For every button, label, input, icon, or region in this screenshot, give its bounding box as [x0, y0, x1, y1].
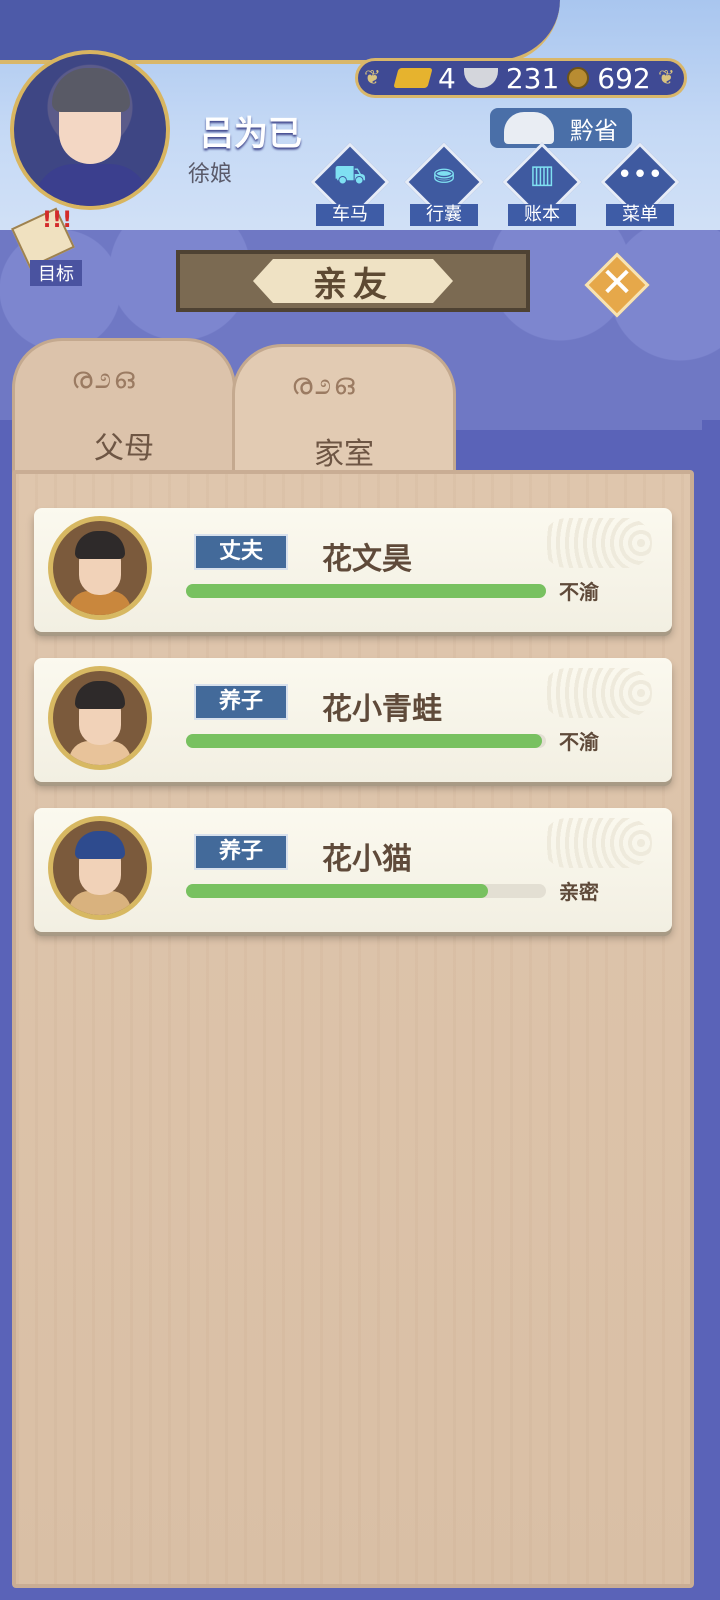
right-border	[702, 420, 720, 1600]
affinity-bar	[186, 734, 546, 748]
gold-amount: 4	[438, 61, 456, 95]
relation-card[interactable]: 丈夫 花文昊 不渝	[34, 508, 672, 632]
carriage-icon: ⛟	[333, 160, 367, 190]
bag-label: 行囊	[410, 204, 478, 226]
avatar-portrait	[14, 54, 166, 206]
character-portrait	[53, 671, 147, 765]
coin-amount: 692	[597, 61, 651, 95]
cloud-pattern	[542, 818, 652, 868]
portrait-frame	[48, 516, 152, 620]
player-title: 徐娘	[188, 162, 233, 187]
player-avatar[interactable]	[10, 50, 170, 210]
avatar-robe	[34, 164, 150, 206]
carriage-label: 车马	[316, 204, 384, 226]
portrait-hair	[75, 531, 125, 559]
silver-amount: 231	[505, 61, 560, 95]
role-badge: 养子	[194, 834, 288, 870]
location-label: 黔省	[570, 116, 618, 145]
location-button[interactable]: 黔省	[490, 108, 632, 148]
cloud-ornament-icon: ര೨ഒ	[71, 361, 137, 396]
role-badge: 丈夫	[194, 534, 288, 570]
tab-parents-label: 父母	[94, 431, 154, 466]
role-badge: 养子	[194, 684, 288, 720]
copper-coin-icon	[567, 67, 590, 89]
currency-bar: ❦ 4 231 692 ❦	[355, 58, 687, 98]
title-banner: 亲友	[176, 250, 530, 312]
portrait-frame	[48, 666, 152, 770]
relations-panel	[12, 470, 694, 1588]
page-title: 亲友	[253, 259, 453, 303]
menu-label: 菜单	[606, 204, 674, 226]
goal-button[interactable]: !!! 目标	[11, 207, 92, 288]
relation-card[interactable]: 养子 花小猫 亲密	[34, 808, 672, 932]
menu-button[interactable]: ••• 菜单	[600, 142, 680, 230]
gold-ingot-icon	[393, 68, 433, 88]
affinity-bar	[186, 884, 546, 898]
tab-family-label: 家室	[314, 437, 374, 472]
bag-button[interactable]: ⛂ 行囊	[404, 142, 484, 230]
close-icon[interactable]: ✕	[594, 260, 640, 306]
avatar-hair	[52, 68, 130, 112]
silver-ingot-icon	[463, 68, 498, 88]
cloud-pattern	[542, 518, 652, 568]
cloud-pattern	[542, 668, 652, 718]
affinity-fill	[186, 884, 489, 898]
relation-status: 亲密	[559, 880, 599, 904]
cloud-ornament-icon: ര೨ഒ	[291, 367, 357, 402]
character-portrait	[53, 821, 147, 915]
goal-label: 目标	[30, 260, 82, 286]
bamboo-icon: ❦	[658, 65, 675, 89]
ledger-button[interactable]: ▥ 账本	[502, 142, 582, 230]
relation-name: 花小猫	[322, 842, 412, 877]
bag-icon: ⛂	[433, 160, 455, 190]
relation-status: 不渝	[559, 730, 599, 754]
relation-name: 花文昊	[322, 542, 412, 577]
affinity-bar	[186, 584, 546, 598]
ledger-label: 账本	[508, 204, 576, 226]
tab-parents[interactable]: ര೨ഒ 父母	[12, 338, 236, 488]
portrait-hair	[75, 681, 125, 709]
portrait-frame	[48, 816, 152, 920]
player-name: 吕为已	[200, 114, 302, 154]
relation-name: 花小青蛙	[322, 692, 442, 727]
map-marker-icon	[504, 112, 554, 144]
relation-status: 不渝	[559, 580, 599, 604]
ledger-icon: ▥	[529, 160, 555, 190]
relation-card[interactable]: 养子 花小青蛙 不渝	[34, 658, 672, 782]
affinity-fill	[186, 734, 543, 748]
portrait-hair	[75, 831, 125, 859]
alert-icon: !!!	[42, 208, 73, 233]
bamboo-icon: ❦	[364, 65, 381, 89]
carriage-button[interactable]: ⛟ 车马	[310, 142, 390, 230]
affinity-fill	[186, 584, 546, 598]
character-portrait	[53, 521, 147, 615]
more-icon: •••	[616, 160, 663, 190]
